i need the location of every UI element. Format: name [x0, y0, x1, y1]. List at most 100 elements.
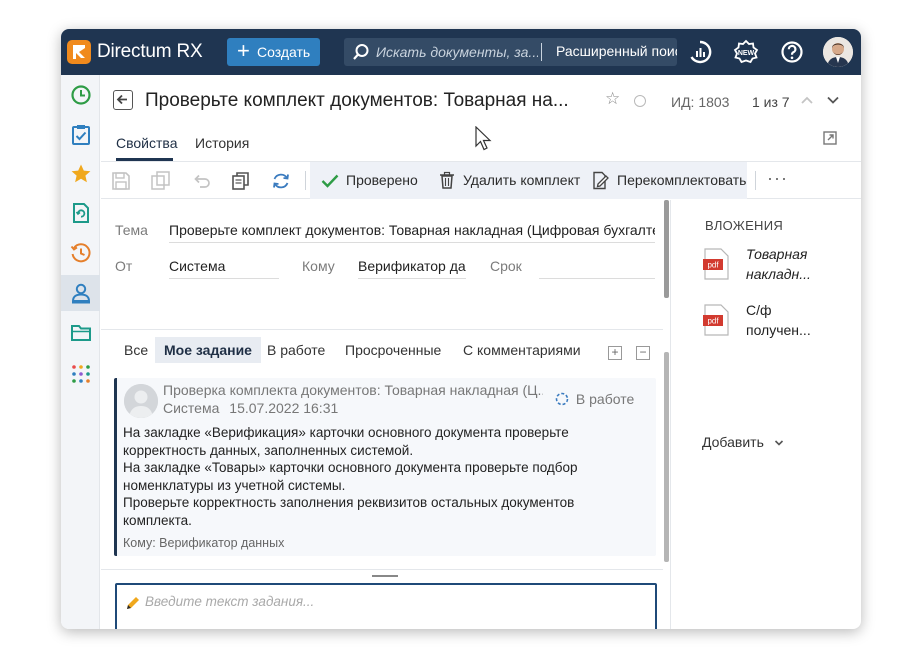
task-body-line: номенклатуры из учетной системы. — [123, 477, 346, 493]
chevron-down-icon[interactable] — [825, 92, 841, 108]
app-window: Directum RX + Создать Расширенный поис N… — [61, 29, 861, 629]
plus-icon: + — [237, 38, 250, 63]
task-body-line: корректность данных, заполненных системо… — [123, 442, 414, 458]
search-input[interactable] — [376, 42, 538, 62]
directum-logo-icon[interactable] — [67, 40, 91, 64]
search-icon[interactable] — [352, 43, 370, 61]
svg-text:pdf: pdf — [707, 317, 719, 326]
task-body-line: Проверьте корректность заполнения реквиз… — [123, 495, 575, 510]
save-and-close-icon[interactable] — [151, 171, 171, 191]
favorites-star-icon — [71, 164, 90, 183]
expand-all-button[interactable]: + — [608, 346, 622, 360]
clock-icon — [70, 85, 91, 105]
attachment-name-line1: Товарная — [746, 246, 808, 262]
folder-icon — [70, 325, 91, 341]
task-card-meta: Система 15.07.2022 16:31 — [163, 400, 338, 416]
verified-button[interactable]: Проверено — [321, 172, 418, 188]
from-label: От — [115, 258, 133, 274]
task-card-title: Проверка комплекта документов: Товарная … — [163, 382, 543, 398]
task-text-composer[interactable] — [115, 583, 657, 629]
attachment-name: Товарная накладн... — [746, 244, 811, 284]
user-avatar[interactable] — [823, 37, 853, 67]
task-card[interactable]: Проверка комплекта документов: Товарная … — [114, 378, 656, 556]
search-separator — [541, 43, 542, 61]
create-button[interactable]: + Создать — [227, 38, 320, 66]
chevron-up-icon[interactable] — [799, 92, 815, 108]
page-title: Проверьте комплект документов: Товарная … — [145, 90, 569, 111]
from-field[interactable]: Система — [169, 258, 279, 279]
save-icon[interactable] — [111, 171, 131, 191]
open-in-new-window-icon[interactable] — [823, 131, 837, 145]
nav-folders[interactable] — [61, 315, 100, 351]
pencil-icon — [127, 597, 139, 609]
attachments-panel: ВЛОЖЕНИЯ pdf Товарная накладн... pdf С/ф… — [670, 200, 861, 629]
add-attachment-button[interactable]: Добавить — [702, 434, 784, 450]
subject-field[interactable]: Проверьте комплект документов: Товарная … — [169, 222, 655, 243]
task-body-line: комплекта. — [123, 512, 192, 528]
filter-with-comments[interactable]: С комментариями — [454, 337, 590, 363]
history-icon — [70, 243, 91, 263]
activity-icon[interactable] — [687, 39, 713, 65]
new-badge-icon[interactable]: NEW — [733, 39, 759, 65]
nav-clock[interactable] — [61, 77, 100, 113]
copy-icon[interactable] — [231, 171, 251, 191]
filter-all[interactable]: Все — [115, 337, 157, 363]
tab-history[interactable]: История — [195, 135, 249, 151]
top-bar: Directum RX + Создать Расширенный поис N… — [61, 29, 861, 75]
undo-icon[interactable] — [191, 171, 211, 191]
svg-text:pdf: pdf — [707, 261, 719, 270]
document-edit-icon — [593, 171, 609, 190]
checkmark-icon — [321, 174, 339, 188]
to-field[interactable]: Верификатор даı — [358, 258, 466, 279]
deadline-field[interactable] — [539, 258, 655, 279]
status-label: В работе — [575, 391, 635, 407]
reassemble-button[interactable]: Перекомплектовать — [592, 171, 746, 190]
pager-label: 1 из 7 — [752, 94, 790, 110]
help-icon[interactable] — [779, 39, 805, 65]
task-body-line: На закладке «Товары» карточки основного … — [123, 460, 578, 475]
pdf-file-icon: pdf — [703, 304, 729, 336]
favorite-star-icon[interactable]: ☆ — [605, 89, 620, 109]
chevron-down-icon — [774, 440, 783, 446]
task-body-line: На закладке «Верификация» карточки основ… — [123, 425, 569, 440]
delete-set-button[interactable]: Удалить комплект — [439, 171, 581, 189]
in-progress-icon — [555, 392, 569, 406]
filter-my-task[interactable]: Мое задание — [155, 337, 261, 363]
resize-grip[interactable] — [372, 575, 398, 577]
subject-label: Тема — [115, 222, 148, 238]
nav-apps[interactable] — [61, 356, 100, 392]
status-circle-icon[interactable] — [634, 95, 646, 107]
back-button[interactable] — [113, 90, 133, 110]
advanced-search-button[interactable]: Расширенный поис — [556, 43, 677, 59]
nav-users[interactable] — [61, 275, 100, 311]
filter-overdue[interactable]: Просроченные — [336, 337, 450, 363]
nav-documents[interactable] — [61, 195, 100, 231]
scrollbar-thumb[interactable] — [664, 352, 669, 562]
nav-history[interactable] — [61, 235, 100, 271]
more-actions-button[interactable]: ··· — [767, 168, 788, 189]
scrollbar-thumb[interactable] — [664, 200, 669, 298]
nav-tasks[interactable] — [61, 117, 100, 153]
task-card-author: Система — [163, 400, 220, 416]
avatar — [124, 384, 158, 418]
task-card-body: На закладке «Верификация» карточки основ… — [123, 424, 643, 529]
thread-filters: Все Мое задание В работе Просроченные С … — [101, 329, 663, 369]
tab-properties[interactable]: Свойства — [116, 135, 177, 151]
toolbar-separator — [755, 171, 756, 190]
user-card-icon — [71, 283, 90, 304]
pdf-file-icon: pdf — [703, 248, 729, 280]
status-badge: В работе — [555, 391, 634, 407]
main-content: Проверьте комплект документов: Товарная … — [101, 75, 861, 629]
collapse-all-button[interactable]: − — [636, 346, 650, 360]
to-label: Кому — [302, 258, 335, 274]
filter-in-progress[interactable]: В работе — [258, 337, 334, 363]
delete-set-label: Удалить комплект — [463, 172, 581, 188]
refresh-icon[interactable] — [271, 171, 291, 191]
deadline-label: Срок — [490, 258, 522, 274]
task-text-input[interactable] — [145, 594, 645, 629]
trash-icon — [440, 171, 454, 189]
app-brand-name[interactable]: Directum RX — [97, 41, 203, 63]
toolbar-separator — [305, 171, 306, 190]
form-scrollbar[interactable] — [663, 200, 670, 629]
nav-favorites[interactable] — [61, 156, 100, 192]
